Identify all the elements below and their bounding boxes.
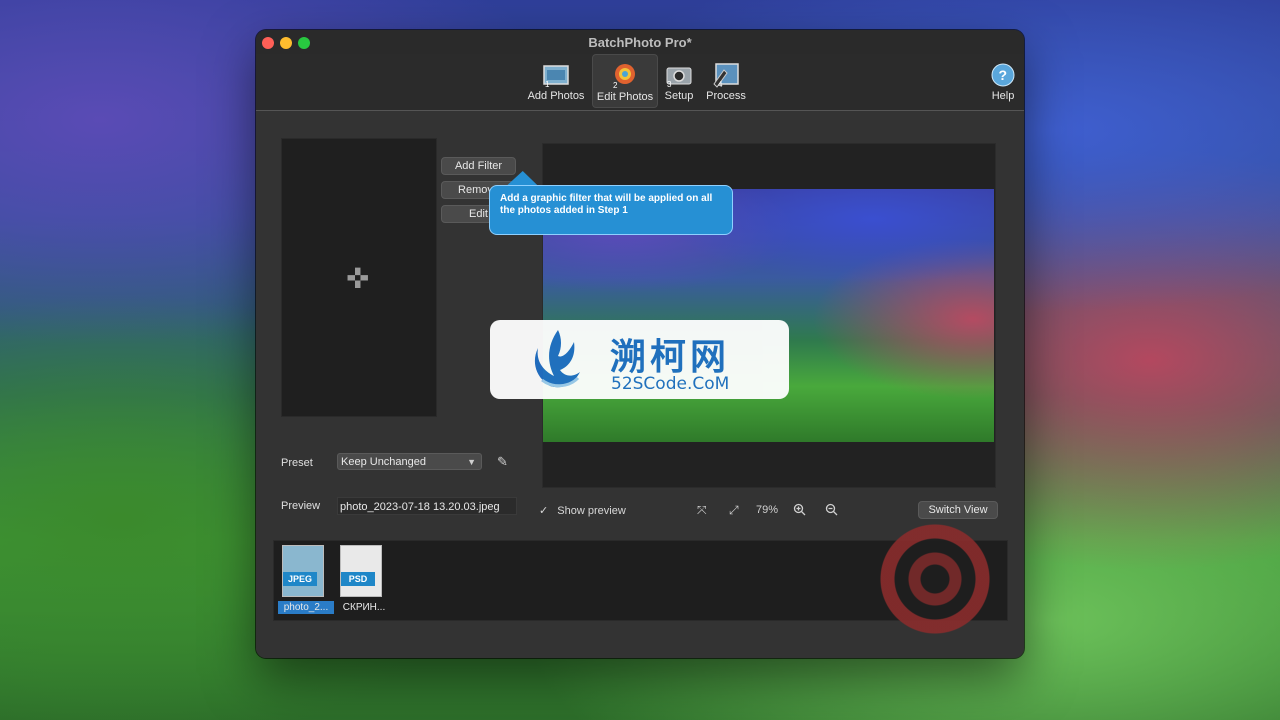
fit-to-window-icon[interactable]: ⤧ — [697, 503, 707, 518]
add-filter-tooltip: Add a graphic filter that will be applie… — [489, 185, 733, 235]
chevron-down-icon: ▼ — [467, 457, 476, 467]
toolbar-add-photos-label: Add Photos — [527, 90, 585, 102]
toolbar-edit-photos-label: Edit Photos — [596, 91, 654, 103]
toolbar-setup-label: Setup — [664, 90, 694, 102]
zoom-level: 79% — [756, 504, 779, 516]
main-toolbar: 1 Add Photos 2 Edit Photos 3 Setup 4 Pro… — [256, 54, 1024, 111]
toolbar-help-label: Help — [991, 90, 1015, 102]
zoom-in-icon[interactable] — [793, 503, 806, 519]
process-icon: 4 — [712, 62, 740, 89]
actual-size-icon[interactable]: ⤢ — [729, 503, 739, 518]
checkmark-icon: ✓ — [539, 505, 549, 517]
camera-icon: 3 — [665, 62, 693, 89]
preview-label: Preview — [281, 500, 321, 512]
svg-text:4: 4 — [718, 80, 723, 88]
edit-photos-panel: ✜ Add Filter Remove Edit Add a graphic f… — [256, 111, 1024, 658]
show-preview-checkbox[interactable]: ✓ Show preview — [539, 504, 626, 517]
preset-label: Preset — [281, 457, 313, 469]
edit-preset-pencil-icon[interactable]: ✎ — [497, 454, 508, 470]
toolbar-setup[interactable]: 3 Setup — [660, 54, 698, 106]
help-icon: ? — [989, 62, 1017, 88]
window-title: BatchPhoto Pro* — [588, 35, 692, 50]
svg-text:3: 3 — [667, 80, 672, 88]
photos-icon: 1 — [542, 62, 570, 89]
file-badge: JPEG — [283, 572, 317, 586]
photo-thumbnail-strip: JPEG photo_2... PSD СКРИН... — [273, 515, 1008, 643]
svg-text:2: 2 — [613, 81, 618, 89]
add-filter-button[interactable]: Add Filter — [441, 157, 516, 175]
toolbar-process[interactable]: 4 Process — [702, 54, 750, 106]
thumbnail-item[interactable]: PSD СКРИН... — [336, 545, 385, 613]
toolbar-add-photos[interactable]: 1 Add Photos — [524, 54, 588, 106]
decorative-target-graphic — [871, 515, 999, 643]
preset-select[interactable]: Keep Unchanged ▼ — [337, 453, 482, 470]
toolbar-process-label: Process — [706, 90, 746, 102]
zoom-out-icon[interactable] — [825, 503, 838, 519]
app-window: BatchPhoto Pro* 1 Add Photos 2 Edit Phot… — [256, 30, 1024, 658]
toolbar-help[interactable]: ? Help — [986, 54, 1020, 106]
file-badge: PSD — [341, 572, 375, 586]
thumbnail-label: СКРИН... — [342, 602, 386, 613]
psd-file-icon: PSD — [340, 545, 382, 597]
preset-select-value: Keep Unchanged — [341, 456, 427, 468]
watermark-english-text: 52SCode.CoM — [611, 374, 730, 394]
feather-logo-icon — [528, 326, 588, 392]
jpeg-file-icon: JPEG — [282, 545, 324, 597]
watermark-chinese-text: 溯柯网 — [610, 337, 731, 378]
edit-photos-icon: 2 — [611, 63, 639, 90]
show-preview-label: Show preview — [557, 505, 626, 517]
watermark-overlay: 溯柯网 52SCode.CoM — [490, 320, 789, 399]
thumbnail-item[interactable]: JPEG photo_2... — [278, 545, 334, 614]
thumbnail-label: photo_2... — [278, 601, 334, 614]
title-bar: BatchPhoto Pro* — [256, 30, 1024, 54]
preview-file-field[interactable]: photo_2023-07-18 13.20.03.jpeg — [337, 497, 517, 515]
add-filter-plus-icon[interactable]: ✜ — [346, 265, 369, 293]
svg-text:1: 1 — [545, 80, 550, 88]
filter-list[interactable]: ✜ — [281, 138, 437, 417]
toolbar-edit-photos[interactable]: 2 Edit Photos — [592, 54, 658, 108]
svg-text:?: ? — [999, 67, 1008, 83]
